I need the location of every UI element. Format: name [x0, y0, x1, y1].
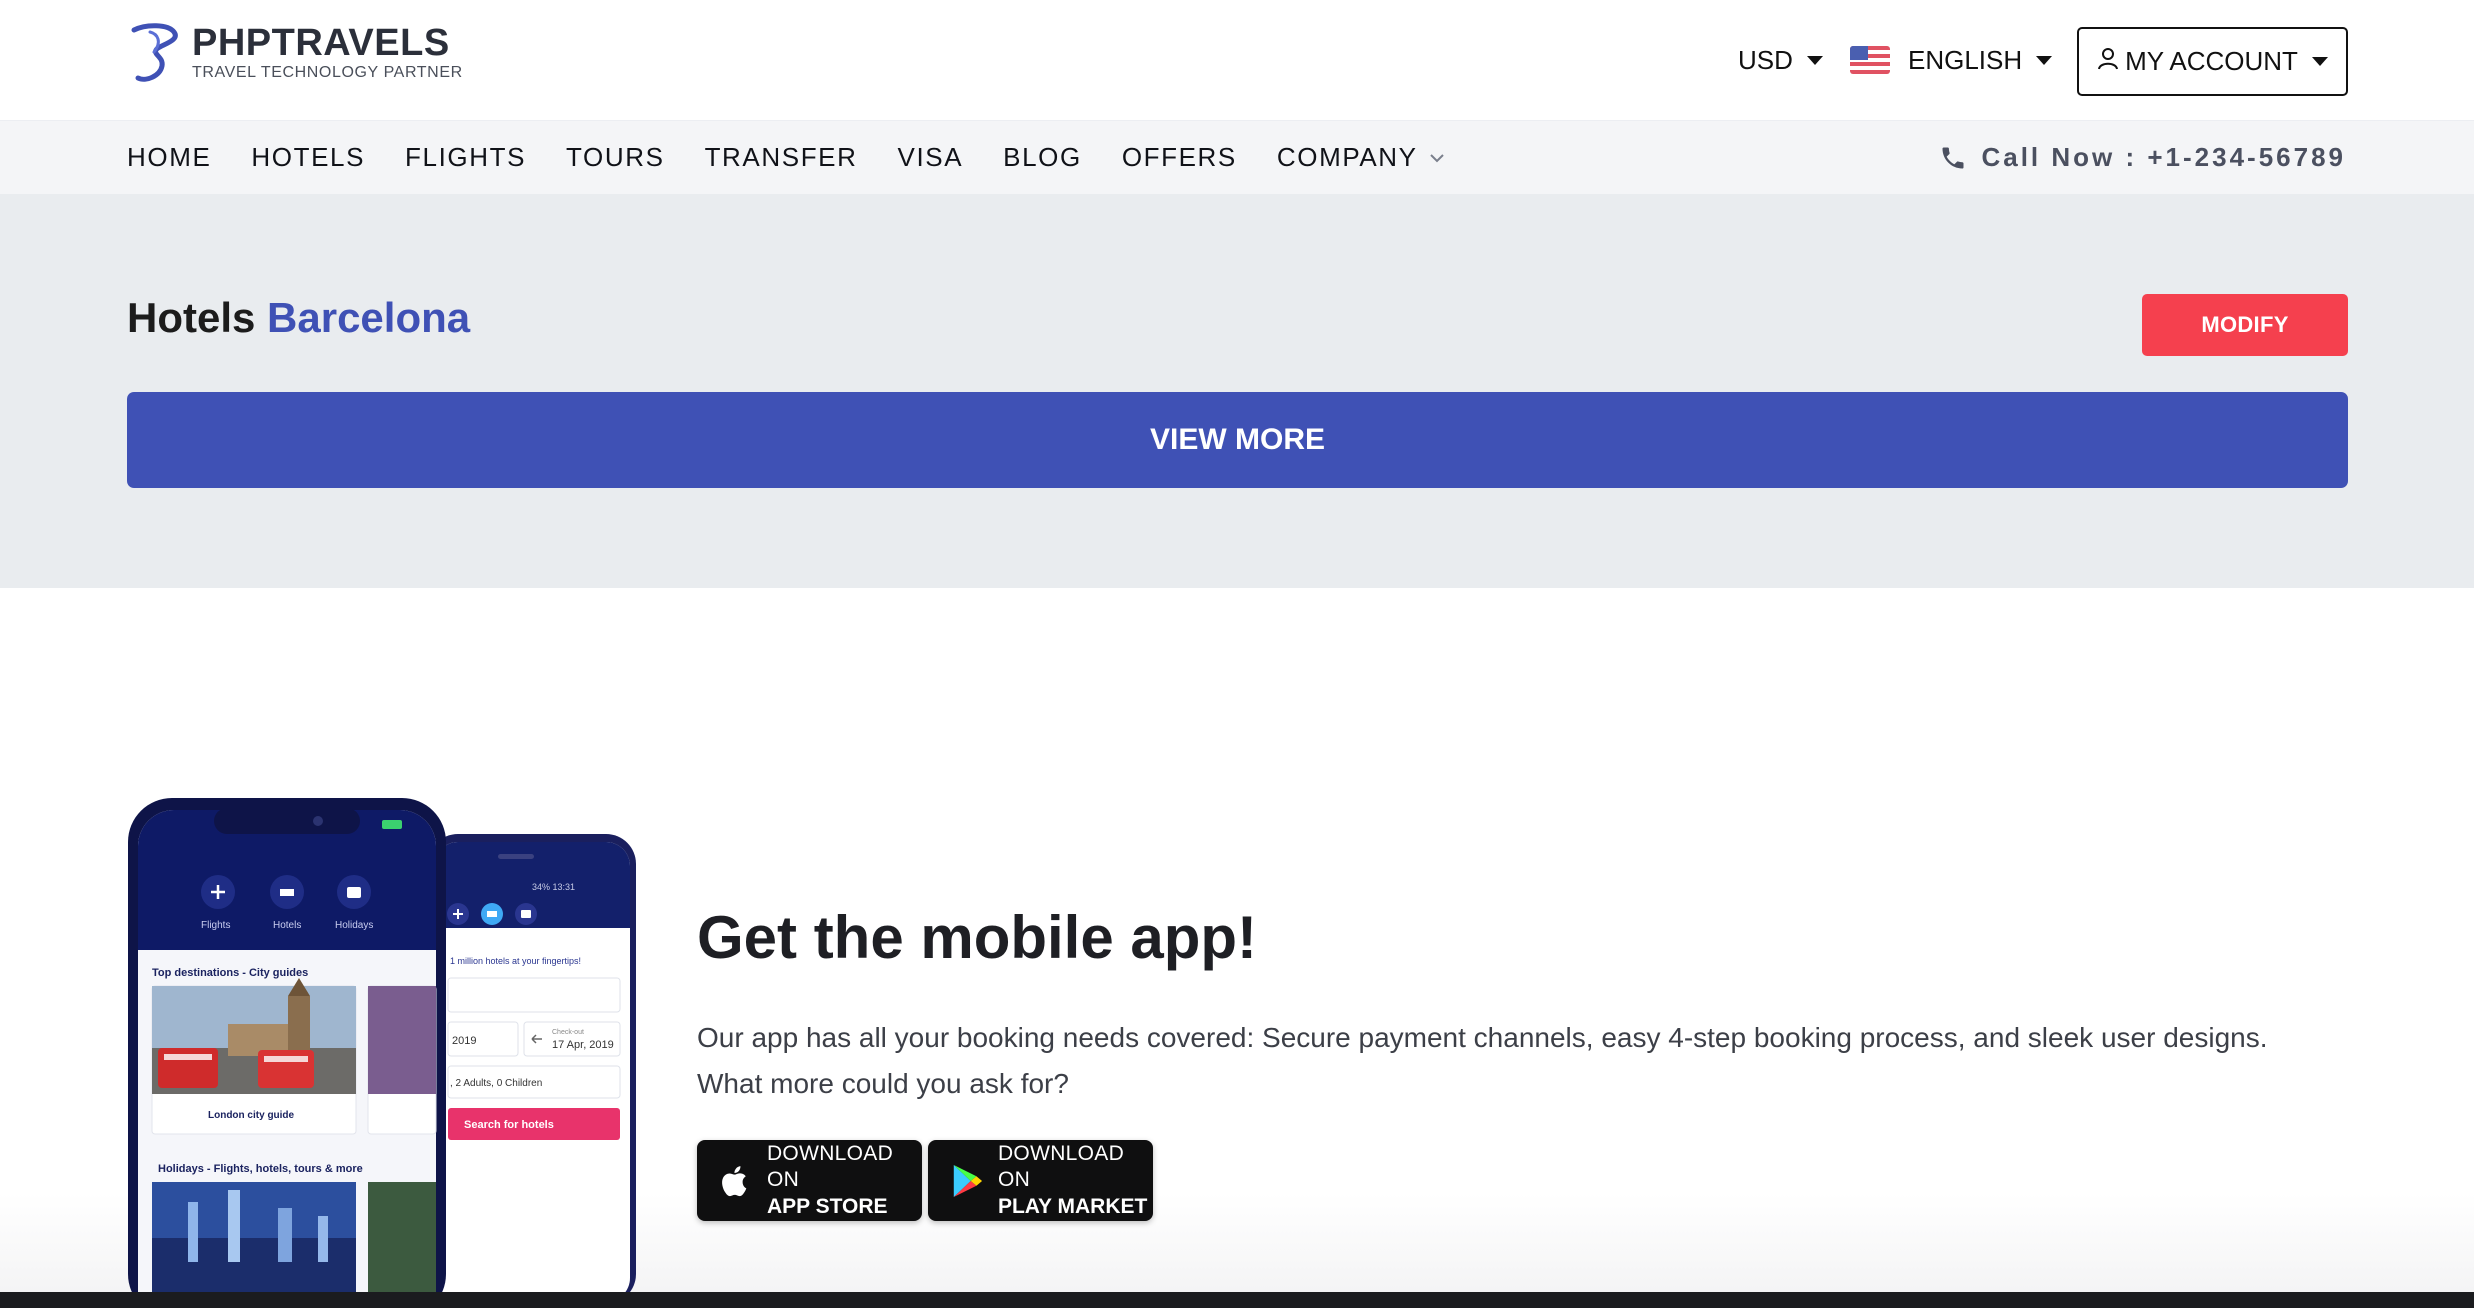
logo-mark-icon	[131, 23, 178, 82]
currency-dropdown[interactable]: USD	[1738, 42, 1823, 78]
front-tab-hotels: Hotels	[273, 920, 301, 931]
back-guests: , 2 Adults, 0 Children	[450, 1078, 542, 1089]
phone-icon	[1942, 147, 1964, 168]
front-section-1: Top destinations - City guides	[152, 967, 308, 979]
play-market-button[interactable]: DOWNLOAD ON PLAY MARKET	[928, 1140, 1153, 1221]
front-card-london: London city guide	[208, 1110, 295, 1121]
back-checkout-label: Check-out	[552, 1029, 584, 1036]
back-search-button-text: Search for hotels	[464, 1119, 554, 1131]
app-store-top-text: DOWNLOAD ON	[766, 1141, 894, 1191]
caret-down-icon	[2311, 57, 2328, 66]
top-header: PHPTRAVELS TRAVEL TECHNOLOGY PARTNER USD…	[0, 0, 2474, 121]
footer-edge	[0, 1292, 2474, 1308]
front-section-2: Holidays - Flights, hotels, tours & more	[158, 1163, 363, 1175]
apple-icon	[722, 1165, 747, 1196]
nav-item-blog[interactable]: BLOG	[1003, 142, 1082, 173]
phone-mockup-image: 34% 13:31 1 million hotels at your finge…	[128, 798, 636, 1298]
google-play-icon	[953, 1164, 983, 1197]
phone-front: Flights Hotels Holidays Top destinations…	[128, 798, 446, 1298]
front-tab-flights: Flights	[201, 920, 230, 931]
my-account-label: MY ACCOUNT	[2125, 46, 2298, 76]
nav-menu: HOME HOTELS FLIGHTS TOURS TRANSFER VISA …	[127, 121, 1486, 194]
main-nav: HOME HOTELS FLIGHTS TOURS TRANSFER VISA …	[0, 121, 2474, 194]
my-account-button[interactable]: MY ACCOUNT	[2077, 27, 2348, 96]
back-headline: 1 million hotels at your fingertips!	[450, 956, 581, 966]
nav-item-home[interactable]: HOME	[127, 142, 211, 173]
chevron-down-icon	[1429, 153, 1444, 162]
nav-item-tours[interactable]: TOURS	[566, 142, 665, 173]
user-icon	[2098, 47, 2119, 69]
back-status-text: 34% 13:31	[532, 882, 575, 892]
nav-item-company[interactable]: COMPANY	[1277, 142, 1446, 173]
page-title: Hotels Barcelona	[127, 293, 470, 343]
results-header: Hotels Barcelona MODIFY VIEW MORE	[0, 194, 2474, 588]
nav-item-transfer[interactable]: TRANSFER	[705, 142, 858, 173]
back-checkout-date: 17 Apr, 2019	[552, 1039, 614, 1051]
currency-label: USD	[1738, 44, 1793, 75]
play-market-top-text: DOWNLOAD ON	[997, 1141, 1125, 1191]
play-market-bottom-text: PLAY MARKET	[997, 1194, 1148, 1218]
phone-back: 34% 13:31 1 million hotels at your finge…	[428, 834, 636, 1298]
brand-logo[interactable]: PHPTRAVELS TRAVEL TECHNOLOGY PARTNER	[128, 22, 463, 84]
nav-item-company-label: COMPANY	[1276, 142, 1418, 172]
nav-item-hotels[interactable]: HOTELS	[251, 142, 365, 173]
caret-down-icon	[2036, 55, 2053, 65]
back-checkin: 2019	[452, 1035, 476, 1047]
caret-down-icon	[1806, 55, 1823, 65]
us-flag-icon	[1850, 46, 1890, 74]
app-store-button[interactable]: DOWNLOAD ON APP STORE	[697, 1140, 922, 1221]
nav-item-visa[interactable]: VISA	[898, 142, 964, 173]
call-now[interactable]: Call Now : +1-234-56789	[1939, 121, 2346, 194]
view-more-button[interactable]: VIEW MORE	[127, 392, 2348, 488]
app-section-title: Get the mobile app!	[697, 904, 1258, 971]
front-tab-holidays: Holidays	[335, 920, 373, 931]
app-store-bottom-text: APP STORE	[766, 1194, 888, 1218]
nav-item-flights[interactable]: FLIGHTS	[405, 142, 526, 173]
page-title-prefix: Hotels	[127, 294, 256, 341]
language-dropdown[interactable]: ENGLISH	[1850, 42, 2053, 78]
language-label: ENGLISH	[1908, 44, 2023, 75]
nav-item-offers[interactable]: OFFERS	[1122, 142, 1237, 173]
call-now-text: Call Now : +1-234-56789	[1981, 142, 2346, 172]
page-title-city: Barcelona	[267, 294, 471, 341]
brand-name: PHPTRAVELS	[192, 22, 450, 64]
mobile-app-section: 34% 13:31 1 million hotels at your finge…	[0, 588, 2474, 1298]
brand-tagline: TRAVEL TECHNOLOGY PARTNER	[192, 64, 463, 81]
app-section-description: Our app has all your booking needs cover…	[697, 1022, 2268, 1099]
modify-button[interactable]: MODIFY	[2142, 294, 2348, 356]
